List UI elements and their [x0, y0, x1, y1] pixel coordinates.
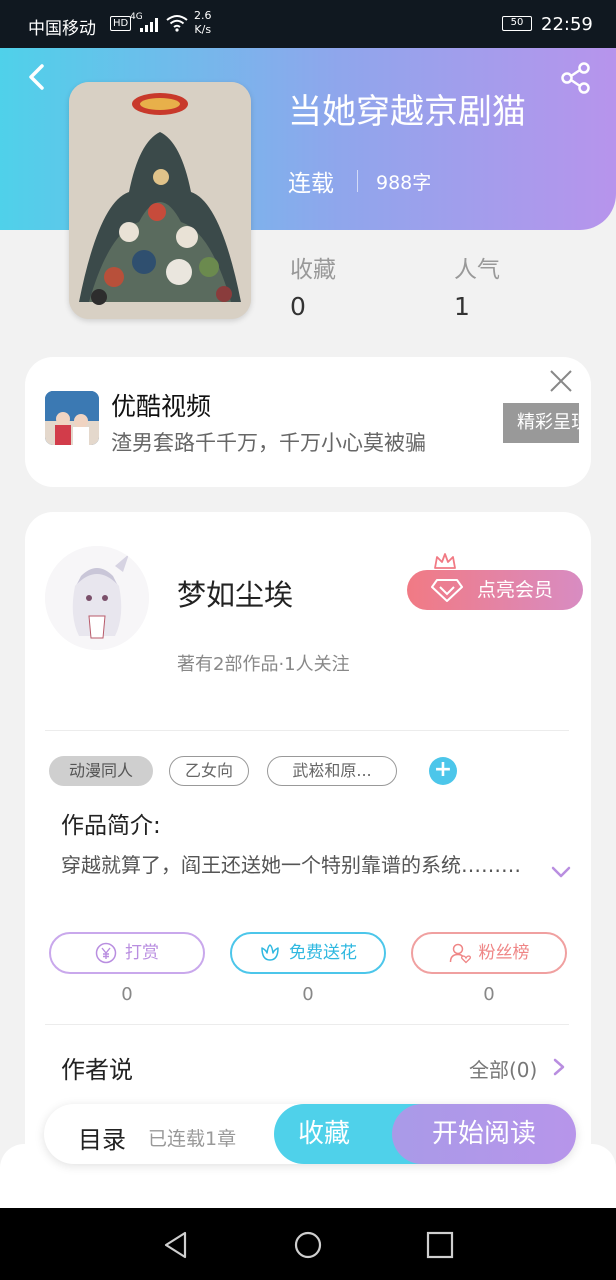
book-cover[interactable]	[69, 82, 251, 319]
nav-recents-icon[interactable]	[425, 1230, 455, 1260]
ad-title: 优酷视频	[111, 392, 212, 421]
serial-status: 连载	[288, 171, 334, 197]
nav-home-icon[interactable]	[293, 1230, 323, 1260]
battery-icon: 50	[502, 16, 532, 31]
back-button[interactable]	[20, 60, 54, 94]
book-title: 当她穿越京剧猫	[288, 92, 526, 132]
add-tag-button[interactable]: +	[429, 757, 457, 785]
close-icon[interactable]	[547, 367, 575, 395]
speed-value: 2.6	[194, 9, 212, 22]
divider	[45, 730, 569, 731]
chapter-count[interactable]: 已连载1章	[148, 1124, 236, 1151]
carrier-name: 中国移动	[28, 19, 96, 39]
network-speed: 2.6 K/s	[194, 9, 212, 37]
status-bar: 中国移动 HD 4G 2.6 K/s 50 22:59	[0, 0, 616, 48]
fan-ranking-button[interactable]: 粉丝榜	[411, 932, 567, 974]
popularity-value: 1	[454, 292, 470, 321]
tag-item[interactable]: 动漫同人	[49, 756, 153, 786]
tag-item[interactable]: 武崧和原...	[267, 756, 397, 786]
chevron-down-icon[interactable]	[549, 862, 573, 882]
signal-icon	[140, 18, 158, 32]
intro-text: 穿越就算了，阎王还送她一个特别靠谱的系统………	[61, 853, 521, 877]
clock: 22:59	[541, 14, 593, 35]
author-say-all-link[interactable]: 全部(0)	[469, 1054, 537, 1083]
crown-icon	[434, 553, 456, 569]
system-nav-bar	[0, 1208, 616, 1280]
vip-button-label: 点亮会员	[477, 579, 554, 601]
yen-icon	[95, 942, 117, 964]
ad-app-icon	[45, 391, 99, 445]
send-flower-button[interactable]: 免费送花	[230, 932, 386, 974]
chevron-right-icon[interactable]	[552, 1057, 566, 1077]
start-reading-button[interactable]: 开始阅读	[392, 1104, 576, 1164]
divider	[45, 1024, 569, 1025]
favorites-value: 0	[290, 292, 306, 321]
reward-button[interactable]: 打赏	[49, 932, 205, 974]
favorites-label: 收藏	[290, 257, 336, 283]
nav-back-icon[interactable]	[161, 1230, 191, 1260]
hd-badge: HD	[110, 16, 132, 31]
author-meta: 著有2部作品·1人关注	[177, 654, 350, 675]
send-flower-label: 免费送花	[289, 943, 357, 963]
author-say-heading: 作者说	[61, 1056, 133, 1084]
popularity-label: 人气	[454, 257, 500, 283]
tag-item[interactable]: 乙女向	[169, 756, 249, 786]
share-icon[interactable]	[558, 60, 594, 96]
fan-icon	[449, 943, 471, 964]
ad-banner[interactable]: 优酷视频 渣男套路千千万，千万小心莫被骗 精彩呈现	[25, 357, 591, 487]
diamond-icon	[431, 579, 463, 602]
divider	[357, 170, 358, 192]
bottom-action-bar: 目录 已连载1章 收藏 开始阅读	[44, 1104, 576, 1164]
fan-ranking-label: 粉丝榜	[478, 943, 530, 963]
ad-description: 渣男套路千千万，千万小心莫被骗	[111, 431, 426, 455]
cover-illustration	[69, 82, 251, 319]
intro-heading: 作品简介:	[61, 813, 161, 839]
author-name[interactable]: 梦如尘埃	[177, 572, 293, 614]
flower-icon	[261, 944, 279, 961]
vip-button[interactable]: 点亮会员	[407, 570, 583, 610]
ad-cta-badge[interactable]: 精彩呈现	[503, 403, 579, 443]
avatar[interactable]	[45, 546, 149, 650]
fan-count: 0	[483, 984, 495, 1005]
wifi-icon	[166, 15, 188, 32]
toc-button[interactable]: 目录	[78, 1120, 126, 1155]
speed-unit: K/s	[194, 23, 212, 36]
word-count: 988字	[376, 172, 432, 194]
reward-label: 打赏	[125, 943, 159, 963]
flower-count: 0	[302, 984, 314, 1005]
reward-count: 0	[121, 984, 133, 1005]
